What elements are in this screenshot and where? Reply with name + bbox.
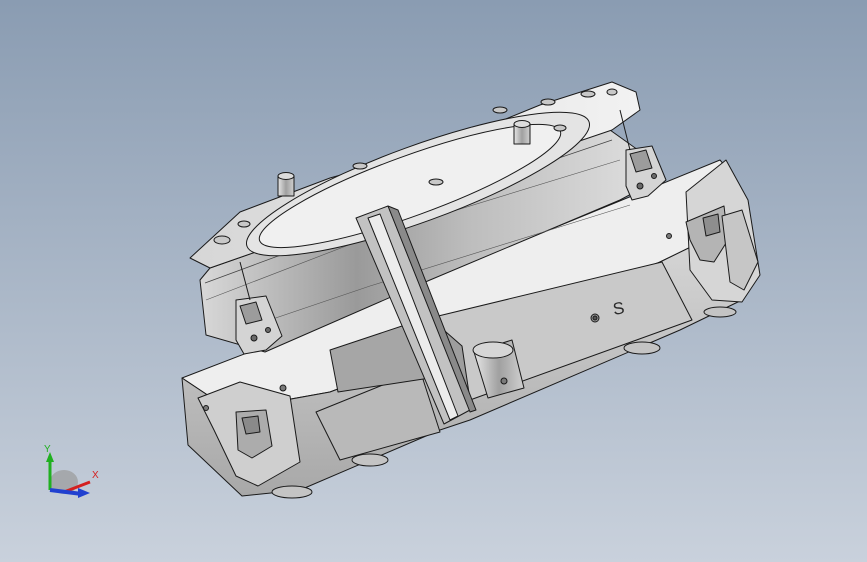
z-axis-arrow [49, 488, 83, 496]
orientation-triad[interactable]: X Y [34, 444, 114, 514]
x-axis-label: X [92, 470, 99, 481]
dowel-pin-left [277, 172, 295, 197]
graphics-viewport[interactable]: S X Y [0, 0, 867, 562]
y-axis-label: Y [44, 444, 51, 455]
z-arrowhead [78, 488, 90, 498]
clamp-right [619, 109, 667, 201]
cad-model[interactable]: S [0, 0, 867, 562]
dowel-pin-right [513, 120, 531, 145]
